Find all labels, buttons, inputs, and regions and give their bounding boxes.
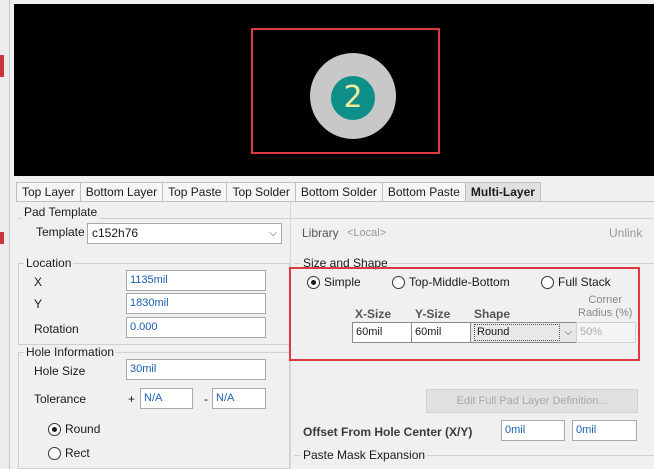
library-label: Library xyxy=(302,226,339,240)
radio-selected-icon xyxy=(307,275,320,289)
hole-info-title: Hole Information xyxy=(24,345,117,359)
tab-bottom-layer[interactable]: Bottom Layer xyxy=(79,182,163,202)
mode-simple-radio[interactable]: Simple xyxy=(307,275,361,289)
paste-mask-title: Paste Mask Expansion xyxy=(301,448,428,462)
left-panel-edge xyxy=(0,0,10,469)
plus-sign: + xyxy=(128,392,136,406)
tab-bottom-paste[interactable]: Bottom Paste xyxy=(381,182,465,202)
tab-top-paste[interactable]: Top Paste xyxy=(162,182,227,202)
shape-select[interactable]: Round ⌵ xyxy=(470,322,577,343)
tab-top-layer[interactable]: Top Layer xyxy=(16,182,80,202)
radio-unselected-icon xyxy=(48,446,61,460)
library-value: <Local> xyxy=(347,227,387,239)
offset-x-field[interactable]: 0mil xyxy=(501,420,565,441)
mode-top-middle-bottom-radio[interactable]: Top-Middle-Bottom xyxy=(392,275,510,289)
col-xsize-header: X-Size xyxy=(355,307,392,321)
rotation-label: Rotation xyxy=(34,322,79,336)
tolerance-minus-field[interactable]: N/A xyxy=(212,388,266,409)
col-shape-header: Shape xyxy=(474,307,511,321)
edit-full-pad-button[interactable]: Edit Full Pad Layer Definition... xyxy=(426,389,638,413)
template-select[interactable]: c152h76 ⌵ xyxy=(87,223,282,244)
corner-radius-cell: 50% xyxy=(576,322,636,343)
xsize-cell[interactable]: 60mil xyxy=(352,322,412,343)
radio-unselected-icon xyxy=(392,275,405,289)
radio-selected-icon xyxy=(48,422,61,436)
mode-top-middle-bottom-label: Top-Middle-Bottom xyxy=(409,275,510,289)
hole-size-label: Hole Size xyxy=(34,364,86,378)
hole-shape-rect-radio[interactable]: Rect xyxy=(48,446,90,460)
offset-label: Offset From Hole Center (X/Y) xyxy=(303,425,473,439)
location-title: Location xyxy=(24,256,74,270)
chevron-down-icon[interactable]: ⌵ xyxy=(564,323,572,342)
tolerance-plus-field[interactable]: N/A xyxy=(140,388,193,409)
pad-template-title: Pad Template xyxy=(22,205,100,219)
x-label: X xyxy=(34,275,43,289)
offset-y-field[interactable]: 0mil xyxy=(572,420,637,441)
tab-multi-layer[interactable]: Multi-Layer xyxy=(464,182,541,202)
hole-size-field[interactable]: 30mil xyxy=(126,359,266,380)
mode-simple-label: Simple xyxy=(324,275,361,289)
tab-divider xyxy=(16,201,654,202)
chevron-down-icon[interactable]: ⌵ xyxy=(269,224,277,243)
y-label: Y xyxy=(34,297,43,311)
layer-tabs: Top Layer Bottom Layer Top Paste Top Sol… xyxy=(16,182,541,202)
y-field[interactable]: 1830mil xyxy=(126,293,266,314)
hole-shape-rect-label: Rect xyxy=(65,446,90,460)
ysize-cell[interactable]: 60mil xyxy=(411,322,471,343)
unlink-link[interactable]: Unlink xyxy=(609,226,642,240)
rotation-field[interactable]: 0.000 xyxy=(126,317,266,338)
panel-marker xyxy=(0,55,4,77)
mode-full-stack-label: Full Stack xyxy=(558,275,611,289)
template-label: Template xyxy=(36,225,85,239)
radio-unselected-icon xyxy=(541,275,554,289)
mode-full-stack-radio[interactable]: Full Stack xyxy=(541,275,611,289)
preview-highlight-box xyxy=(251,28,440,154)
tab-bottom-solder[interactable]: Bottom Solder xyxy=(294,182,382,202)
col-ysize-header: Y-Size xyxy=(415,307,451,321)
panel-marker xyxy=(0,232,4,244)
hole-shape-round-radio[interactable]: Round xyxy=(48,422,100,436)
minus-sign: - xyxy=(204,392,208,406)
tab-top-solder[interactable]: Top Solder xyxy=(226,182,295,202)
pad-template-rule xyxy=(18,218,654,219)
x-field[interactable]: 1135mil xyxy=(126,270,266,291)
shape-value: Round xyxy=(474,324,560,341)
tolerance-label: Tolerance xyxy=(34,392,87,406)
col-corner-header: Corner Radius (%) xyxy=(578,294,633,319)
template-value: c152h76 xyxy=(92,226,139,240)
hole-shape-round-label: Round xyxy=(65,422,101,436)
pad-preview-canvas[interactable]: 2 xyxy=(14,4,654,176)
